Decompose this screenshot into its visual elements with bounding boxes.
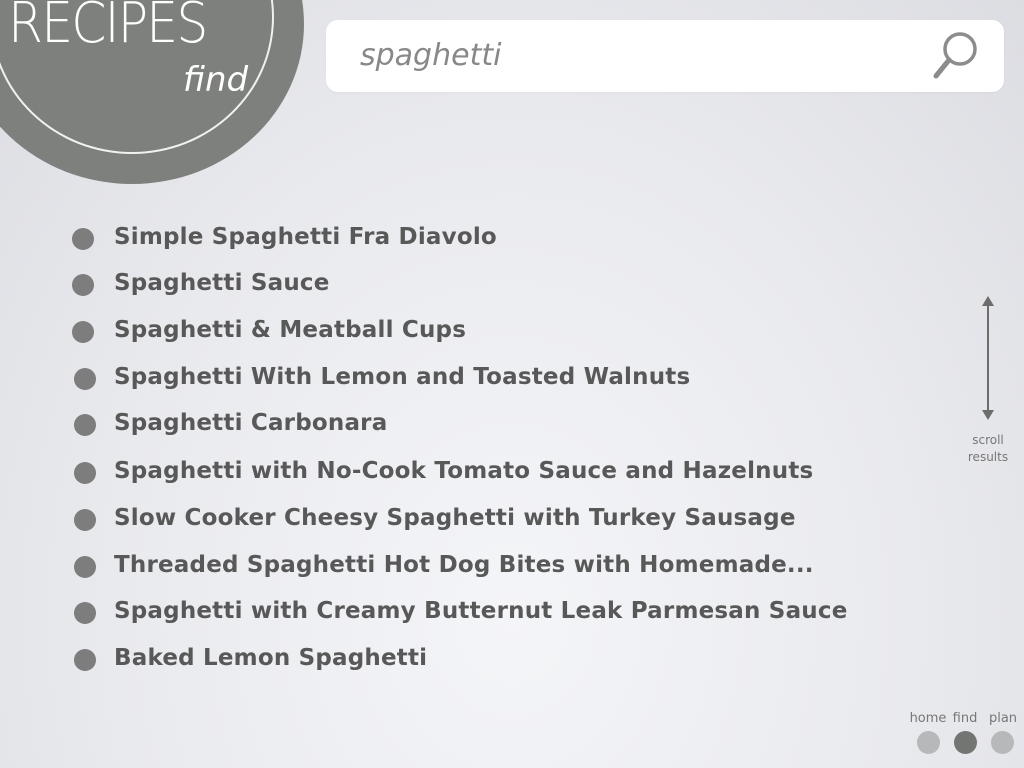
bullet-icon [72, 274, 94, 296]
bullet-icon [74, 556, 96, 578]
result-label: Threaded Spaghetti Hot Dog Bites with Ho… [114, 552, 814, 578]
bullet-icon [74, 368, 96, 390]
scroll-label-line1: scroll [972, 433, 1004, 447]
result-label: Spaghetti & Meatball Cups [114, 317, 467, 343]
scroll-label-line2: results [967, 450, 1009, 464]
logo-title: RECIPES [8, 0, 208, 56]
nav-home-button[interactable] [917, 731, 940, 754]
bullet-icon [72, 321, 94, 343]
result-label: Spaghetti Sauce [114, 270, 330, 296]
bullet-icon [72, 228, 94, 250]
result-label: Spaghetti With Lemon and Toasted Walnuts [114, 364, 691, 390]
result-label: Simple Spaghetti Fra Diavolo [114, 224, 497, 250]
result-label: Spaghetti with Creamy Butternut Leak Par… [114, 598, 848, 624]
logo-subtitle: find [183, 60, 249, 100]
bullet-icon [74, 462, 96, 484]
bullet-icon [74, 414, 96, 436]
double-arrow-icon[interactable] [978, 296, 998, 420]
result-label: Spaghetti with No-Cook Tomato Sauce and … [114, 458, 814, 484]
search-icon[interactable] [928, 28, 984, 84]
result-label: Spaghetti Carbonara [114, 410, 388, 436]
nav-plan-button[interactable] [991, 731, 1014, 754]
search-bar [326, 20, 1004, 92]
bullet-icon [74, 602, 96, 624]
result-label: Slow Cooker Cheesy Spaghetti with Turkey… [114, 505, 796, 531]
bullet-icon [74, 649, 96, 671]
scroll-results-label: scroll results [960, 432, 1016, 466]
nav-find-button[interactable] [954, 731, 977, 754]
search-input[interactable] [360, 32, 920, 78]
nav-label-plan: plan [988, 711, 1018, 726]
result-label: Baked Lemon Spaghetti [114, 645, 428, 671]
bullet-icon [74, 509, 96, 531]
